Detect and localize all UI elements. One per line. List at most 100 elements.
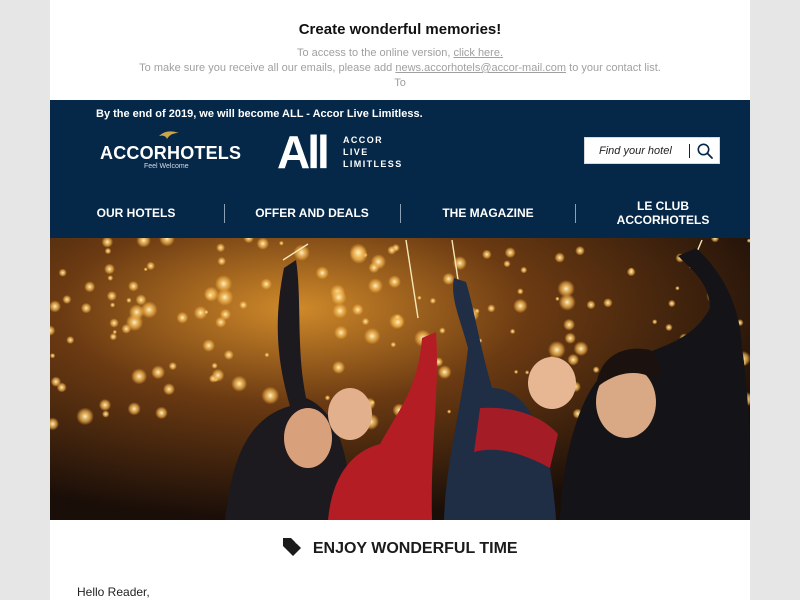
- all-logo-word: ACCOR: [343, 135, 383, 145]
- preheader: Create wonderful memories! To access to …: [50, 0, 750, 100]
- bokeh-light: [563, 318, 575, 331]
- online-version-link[interactable]: click here.: [454, 47, 504, 59]
- bokeh-light: [525, 370, 530, 375]
- hotel-search-input[interactable]: [585, 138, 689, 163]
- contact-email-link[interactable]: news.accorhotels@accor-mail.com: [395, 62, 566, 74]
- bokeh-light: [392, 316, 404, 328]
- bokeh-light: [363, 327, 381, 345]
- to-line: To: [394, 77, 406, 89]
- online-version-text: To access to the online version,: [296, 47, 451, 59]
- bokeh-light: [474, 308, 480, 314]
- bokeh-light: [135, 294, 147, 306]
- bokeh-light: [437, 365, 452, 379]
- menu-item-our-hotels[interactable]: OUR HOTELS: [50, 196, 222, 230]
- tag-icon: [283, 538, 302, 556]
- bokeh-light: [104, 263, 115, 275]
- menu-item-le-club-accorhotels[interactable]: LE CLUB ACCORHOTELS: [610, 196, 716, 230]
- bokeh-light: [106, 291, 117, 301]
- bokeh-light: [387, 245, 397, 255]
- bokeh-light: [176, 311, 189, 324]
- menu-divider: [575, 204, 576, 223]
- bokeh-light: [573, 341, 589, 357]
- hero-image[interactable]: [50, 238, 750, 520]
- bokeh-light: [652, 319, 658, 325]
- bokeh-light: [332, 303, 348, 319]
- bokeh-light: [107, 275, 114, 281]
- bokeh-light: [155, 406, 168, 420]
- bokeh-light: [487, 304, 496, 313]
- bokeh-light: [50, 353, 56, 359]
- bokeh-light: [205, 290, 215, 300]
- bokeh-light: [168, 362, 177, 371]
- bokeh-light: [504, 247, 516, 259]
- bokeh-light: [567, 353, 580, 366]
- bokeh-light: [202, 339, 215, 352]
- bokeh-light: [558, 293, 576, 311]
- accorhotels-logo-subtitle: Feel Welcome: [144, 163, 189, 170]
- bokeh-light: [84, 281, 96, 293]
- bokeh-light: [216, 288, 234, 306]
- bokeh-light: [482, 249, 492, 260]
- bokeh-light: [151, 365, 165, 380]
- bokeh-light: [109, 318, 119, 328]
- all-logo[interactable]: All ACCOR LIVE LIMITLESS: [277, 130, 407, 174]
- search-divider: [689, 144, 690, 158]
- online-version-line: To access to the online version, click h…: [50, 46, 750, 61]
- bokeh-light: [98, 398, 112, 412]
- bokeh-light: [204, 309, 209, 315]
- bokeh-light: [388, 275, 401, 289]
- bokeh-light: [127, 402, 141, 416]
- bokeh-light: [293, 244, 310, 261]
- bokeh-light: [121, 323, 132, 334]
- bokeh-light: [513, 298, 528, 314]
- contact-text-before: To make sure you receive all our emails,…: [139, 62, 393, 74]
- menu-item-offer-and-deals[interactable]: OFFER AND DEALS: [226, 196, 398, 230]
- bokeh-light: [126, 297, 132, 303]
- bokeh-light: [315, 266, 329, 280]
- bokeh-light: [514, 369, 519, 374]
- bokeh-light: [62, 295, 72, 304]
- preheader-title: Create wonderful memories!: [298, 21, 502, 38]
- bokeh-light: [211, 362, 218, 369]
- bokeh-light: [279, 240, 284, 246]
- all-logo-big-text: All: [277, 130, 327, 172]
- hotel-search: [584, 137, 720, 164]
- bokeh-light: [442, 272, 455, 285]
- bokeh-light: [56, 382, 67, 393]
- contact-list-line: To make sure you receive all our emails,…: [50, 61, 750, 76]
- bokeh-light: [367, 278, 383, 294]
- bokeh-light: [332, 360, 346, 374]
- bokeh-light: [331, 289, 347, 306]
- email-container: Create wonderful memories! To access to …: [50, 0, 750, 600]
- bokeh-light: [211, 368, 225, 382]
- bokeh-light: [361, 317, 370, 326]
- bokeh-light: [146, 261, 155, 271]
- menu-divider: [400, 204, 401, 223]
- bokeh-light: [66, 336, 75, 344]
- bokeh-light: [564, 332, 576, 344]
- bokeh-light: [390, 341, 397, 348]
- menu-divider: [224, 204, 225, 223]
- bokeh-light: [675, 286, 680, 291]
- bokeh-light: [503, 260, 511, 268]
- bokeh-light: [349, 243, 368, 262]
- bokeh-light: [429, 297, 436, 304]
- bokeh-light: [626, 267, 636, 277]
- menu-item-the-magazine[interactable]: THE MAGAZINE: [402, 196, 574, 230]
- bokeh-light: [104, 247, 112, 255]
- bokeh-light: [548, 341, 566, 359]
- contact-text-after: to your contact list.: [569, 62, 661, 74]
- boy-face: [528, 357, 576, 409]
- bokeh-light: [110, 302, 116, 308]
- bokeh-light: [665, 323, 673, 332]
- bokeh-light: [555, 296, 560, 301]
- mother-face: [284, 408, 332, 468]
- bokeh-light: [439, 327, 446, 334]
- all-logo-word: LIVE: [343, 147, 369, 157]
- search-icon[interactable]: [696, 142, 714, 160]
- bokeh-light: [575, 245, 585, 256]
- bokeh-light: [217, 256, 226, 266]
- bokeh-light: [109, 333, 117, 341]
- section-heading: ENJOY WONDERFUL TIME: [50, 537, 750, 558]
- header-tagline: By the end of 2019, we will become ALL -…: [96, 108, 423, 120]
